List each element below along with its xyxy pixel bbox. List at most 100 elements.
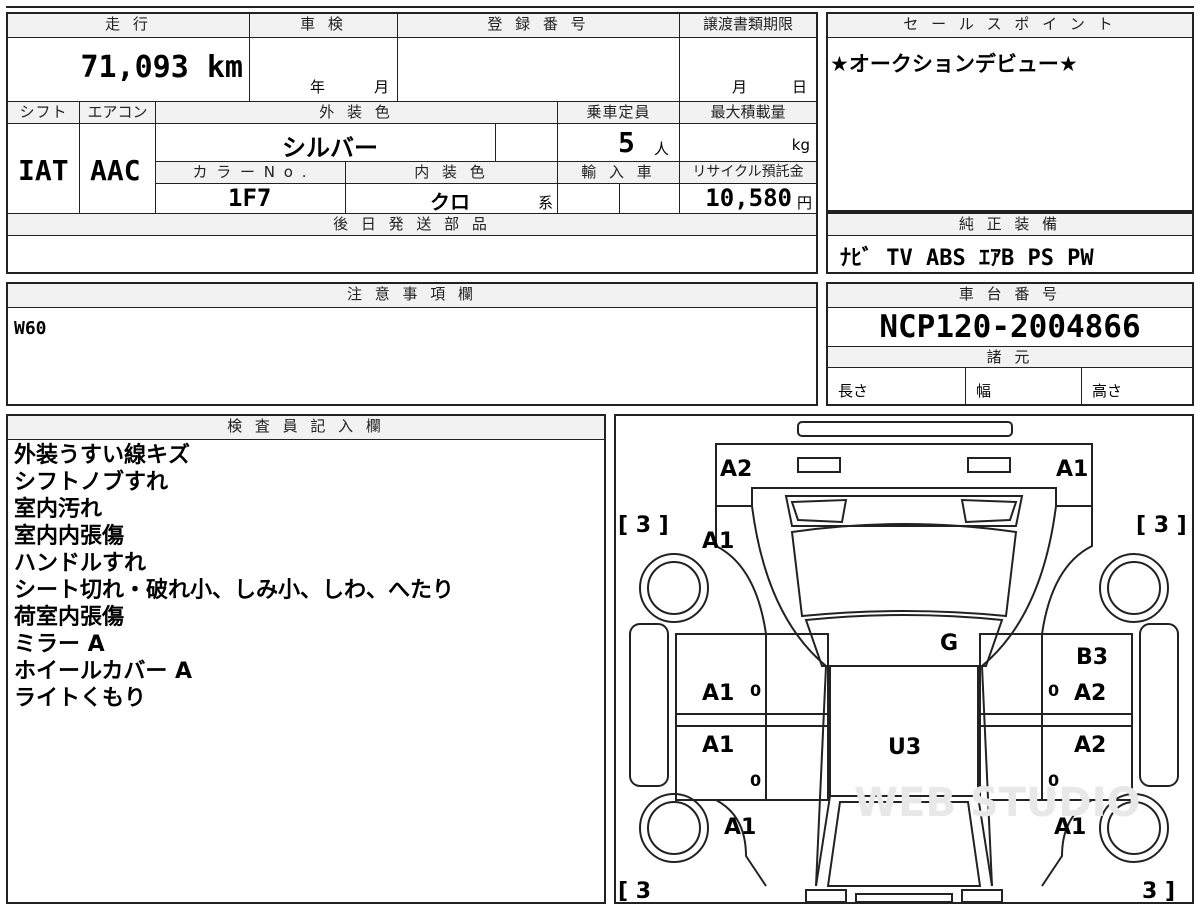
tire-tread-rear-left: [ 3 ] xyxy=(618,513,669,538)
vehicle-info-table: 走 行 車 検 登 録 番 号 譲渡書類期限 71,093 km 年 月 月 日… xyxy=(6,12,818,274)
mark-rear-right: A1 xyxy=(1056,457,1088,482)
left-step xyxy=(629,623,669,787)
max-load-unit: kg xyxy=(791,136,810,154)
inspector-note: ミラー A xyxy=(14,632,105,657)
tire-tread-front-left: [ 3 xyxy=(618,879,651,902)
shaken-year: 年 xyxy=(310,78,326,96)
aircon-label: エアコン xyxy=(80,102,156,124)
inspector-note: シート切れ・破れ小、しみ小、しわ、へたり xyxy=(14,578,455,603)
color-no-value-cell: 1F7 xyxy=(156,184,346,214)
transfer-value-cell: 月 日 xyxy=(680,38,816,102)
genuine-equipment-text: ﾅﾋﾞ TV ABS ｴｱB PS PW xyxy=(840,246,1094,271)
capacity-unit: 人 xyxy=(654,140,670,158)
rear-window-left xyxy=(790,498,848,524)
inspector-note: シフトノブすれ xyxy=(14,470,169,495)
registration-label: 登 録 番 号 xyxy=(398,14,680,38)
specs-label: 諸 元 xyxy=(828,346,1192,368)
roof-rear xyxy=(804,614,1004,667)
right-step xyxy=(1139,623,1179,787)
mileage-value-cell: 71,093 km xyxy=(8,38,250,102)
rear-light-left xyxy=(797,457,841,473)
interior-color-suffix: 系 xyxy=(537,194,553,212)
chassis-value: NCP120-2004866 xyxy=(879,309,1141,345)
mark-rear-left: A2 xyxy=(720,457,752,482)
body-right-side xyxy=(980,505,1057,887)
transfer-day: 日 xyxy=(792,78,808,96)
import-value-cell-a xyxy=(558,184,620,214)
door-zero: 0 xyxy=(1048,681,1059,700)
transfer-label: 譲渡書類期限 xyxy=(680,14,816,38)
aircon-value: AAC xyxy=(90,154,141,187)
spec-height-label: 高さ xyxy=(1092,382,1123,400)
capacity-label: 乗車定員 xyxy=(558,102,680,124)
recycle-unit: 円 xyxy=(796,194,812,212)
capacity-value-cell: 5 人 xyxy=(558,124,680,162)
mark-right-front-fender: A1 xyxy=(1054,815,1086,840)
mark-right-rear-door-upper: B3 xyxy=(1076,645,1108,670)
caution-label: 注 意 事 項 欄 xyxy=(8,284,816,308)
hatch xyxy=(790,523,1018,618)
car-diagram: WEB STUDIO A2 A1 A1 G B3 A1 A2 A1 U3 A2 … xyxy=(618,421,1187,902)
left-rear-door xyxy=(675,633,829,727)
caution-text: W60 xyxy=(14,318,47,339)
mileage-value: 71,093 km xyxy=(80,50,243,85)
inspector-note: 室内汚れ xyxy=(14,497,103,522)
max-load-label: 最大積載量 xyxy=(680,102,816,124)
recycle-label: リサイクル預託金 xyxy=(680,162,816,184)
shift-value: IAT xyxy=(18,154,69,187)
spec-length-label: 長さ xyxy=(838,382,869,400)
inspector-note: 外装うすい線キズ xyxy=(14,443,191,468)
inspector-note: 荷室内張傷 xyxy=(14,605,125,630)
mark-left-rear-door: A1 xyxy=(702,681,734,706)
mark-right-rear-door: A2 xyxy=(1074,681,1106,706)
later-parts-label: 後 日 発 送 部 品 xyxy=(8,214,816,236)
mark-rear-left-quarter: A1 xyxy=(702,529,734,554)
spec-width-cell: 幅 xyxy=(966,368,1082,404)
exterior-color-label: 外 装 色 xyxy=(156,102,558,124)
grille-right xyxy=(961,889,1003,902)
chassis-box: 車 台 番 号 NCP120-2004866 諸 元 長さ 幅 高さ xyxy=(826,282,1194,406)
rear-window-right xyxy=(960,498,1018,524)
door-zero: 0 xyxy=(1048,771,1059,790)
color-no-label: カ ラ ー N o . xyxy=(156,162,346,184)
rear-light-right xyxy=(967,457,1011,473)
inspector-label: 検 査 員 記 入 欄 xyxy=(8,416,604,440)
inspector-note: ハンドルすれ xyxy=(14,551,147,576)
spec-length-cell: 長さ xyxy=(828,368,966,404)
inspector-note: ホイールカバー A xyxy=(14,659,193,684)
grille-center xyxy=(855,893,953,902)
spec-width-label: 幅 xyxy=(976,382,992,400)
mark-left-front-door: A1 xyxy=(702,733,734,758)
capacity-value: 5 xyxy=(618,126,635,159)
exterior-color-extra-cell xyxy=(496,124,558,162)
sales-point-text: ★オークションデビュー★ xyxy=(830,52,1078,76)
shaken-month: 月 xyxy=(374,78,390,96)
genuine-equipment-box: 純 正 装 備 ﾅﾋﾞ TV ABS ｴｱB PS PW xyxy=(826,212,1194,274)
wheel-front-left xyxy=(639,793,709,863)
exterior-color-value-cell: シルバー xyxy=(156,124,496,162)
wheel-rear-right xyxy=(1099,553,1169,623)
door-zero: 0 xyxy=(750,771,761,790)
inspector-note: 室内内張傷 xyxy=(14,524,125,549)
car-diagram-box: WEB STUDIO A2 A1 A1 G B3 A1 A2 A1 U3 A2 … xyxy=(614,414,1194,904)
shaken-value-cell: 年 月 xyxy=(250,38,398,102)
shift-value-cell: IAT xyxy=(8,124,80,214)
door-zero: 0 xyxy=(750,681,761,700)
max-load-value-cell: kg xyxy=(680,124,816,162)
genuine-equipment-label: 純 正 装 備 xyxy=(828,214,1192,236)
interior-color-label: 内 装 色 xyxy=(346,162,558,184)
left-quarter xyxy=(715,506,767,635)
inspector-notes: 外装うすい線キズ シフトノブすれ 室内汚れ 室内内張傷 ハンドルすれ シート切れ… xyxy=(14,442,454,712)
mark-right-front-door: A2 xyxy=(1074,733,1106,758)
later-parts-value xyxy=(8,236,816,272)
color-no-value: 1F7 xyxy=(228,184,272,212)
mark-left-front-fender: A1 xyxy=(724,815,756,840)
tire-tread-rear-right: [ 3 ] xyxy=(1136,513,1187,538)
inspector-box: 検 査 員 記 入 欄 外装うすい線キズ シフトノブすれ 室内汚れ 室内内張傷 … xyxy=(6,414,606,904)
shaken-label: 車 検 xyxy=(250,14,398,38)
chassis-label: 車 台 番 号 xyxy=(828,284,1192,308)
mileage-label: 走 行 xyxy=(8,14,250,38)
exterior-color-value: シルバー xyxy=(282,134,378,162)
recycle-value: 10,580 xyxy=(705,184,792,212)
shift-label: シフト xyxy=(8,102,80,124)
